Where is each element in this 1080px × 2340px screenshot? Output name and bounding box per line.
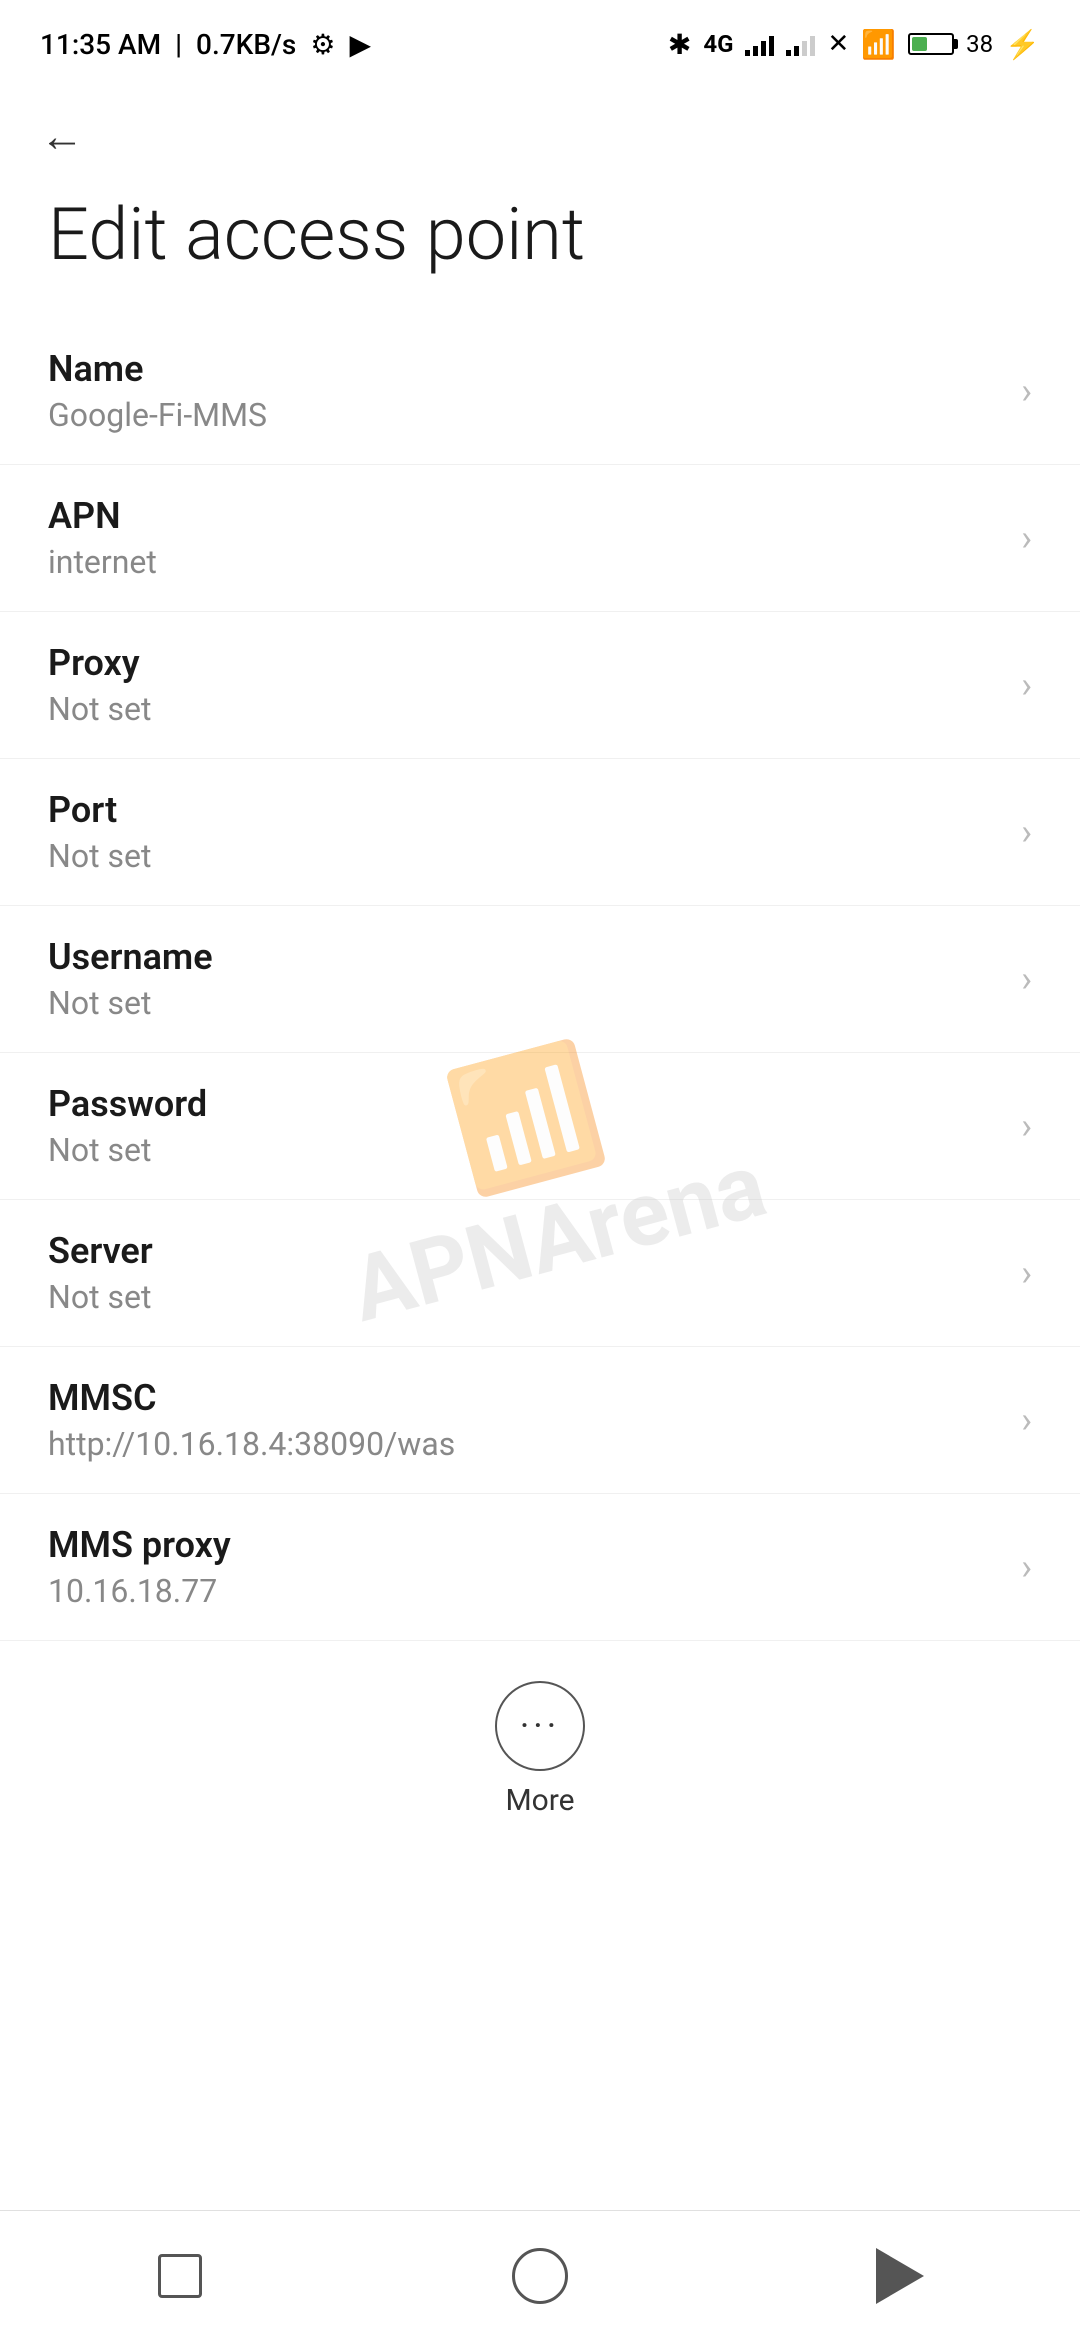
settings-list: Name Google-Fi-MMS › APN internet › Prox…	[0, 318, 1080, 1641]
settings-item-value: 10.16.18.77	[48, 1572, 1001, 1610]
settings-item-label: Name	[48, 348, 1001, 390]
speed-text: |	[175, 28, 182, 61]
settings-item-name[interactable]: Name Google-Fi-MMS ›	[0, 318, 1080, 465]
wifi-icon: 📶	[861, 28, 896, 61]
settings-item-content: APN internet	[48, 495, 1001, 581]
page-title-area: Edit access point	[0, 172, 1080, 318]
settings-item-value: Not set	[48, 690, 1001, 728]
chevron-right-icon: ›	[1021, 958, 1032, 1000]
settings-item-username[interactable]: Username Not set ›	[0, 906, 1080, 1053]
page-title: Edit access point	[48, 192, 1032, 278]
settings-item-label: Proxy	[48, 642, 1001, 684]
settings-item-content: Password Not set	[48, 1083, 1001, 1169]
square-icon	[158, 2254, 202, 2298]
chevron-right-icon: ›	[1021, 1105, 1032, 1147]
more-button-area[interactable]: ··· More	[0, 1641, 1080, 1848]
battery-icon	[908, 33, 954, 55]
settings-item-content: MMS proxy 10.16.18.77	[48, 1524, 1001, 1610]
settings-item-value: internet	[48, 543, 1001, 581]
settings-item-label: Server	[48, 1230, 1001, 1272]
time-text: 11:35 AM	[40, 28, 161, 61]
bottom-nav	[0, 2210, 1080, 2340]
settings-item-value: http://10.16.18.4:38090/was	[48, 1425, 1001, 1463]
chevron-right-icon: ›	[1021, 811, 1032, 853]
data-speed: 0.7KB/s	[196, 28, 296, 61]
more-label: More	[505, 1783, 574, 1818]
camera-icon: ▶	[349, 28, 371, 61]
content-area: Name Google-Fi-MMS › APN internet › Prox…	[0, 318, 1080, 2048]
back-nav-button[interactable]	[800, 2236, 1000, 2316]
top-nav: ←	[0, 80, 1080, 172]
settings-item-value: Not set	[48, 837, 1001, 875]
status-bar: 11:35 AM | 0.7KB/s ⚙ ▶ ✱ 4G ✕ 📶 38 ⚡	[0, 0, 1080, 80]
network-4g-icon: 4G	[703, 30, 733, 58]
settings-item-value: Not set	[48, 1131, 1001, 1169]
bolt-icon: ⚡	[1005, 28, 1040, 61]
back-button[interactable]: ←	[40, 110, 84, 162]
settings-item-content: MMSC http://10.16.18.4:38090/was	[48, 1377, 1001, 1463]
home-icon	[512, 2248, 568, 2304]
settings-item-label: MMS proxy	[48, 1524, 1001, 1566]
settings-item-port[interactable]: Port Not set ›	[0, 759, 1080, 906]
more-circle[interactable]: ···	[495, 1681, 585, 1771]
settings-item-content: Server Not set	[48, 1230, 1001, 1316]
settings-item-server[interactable]: Server Not set ›	[0, 1200, 1080, 1347]
battery-percent: 38	[966, 30, 993, 58]
settings-item-label: Password	[48, 1083, 1001, 1125]
status-right: ✱ 4G ✕ 📶 38 ⚡	[668, 28, 1040, 61]
chevron-right-icon: ›	[1021, 370, 1032, 412]
settings-icon: ⚙	[310, 28, 335, 61]
settings-item-password[interactable]: Password Not set ›	[0, 1053, 1080, 1200]
chevron-right-icon: ›	[1021, 517, 1032, 559]
settings-item-value: Not set	[48, 984, 1001, 1022]
chevron-right-icon: ›	[1021, 664, 1032, 706]
settings-item-label: APN	[48, 495, 1001, 537]
settings-item-content: Proxy Not set	[48, 642, 1001, 728]
settings-item-label: Port	[48, 789, 1001, 831]
settings-item-apn[interactable]: APN internet ›	[0, 465, 1080, 612]
recents-button[interactable]	[80, 2236, 280, 2316]
settings-item-proxy[interactable]: Proxy Not set ›	[0, 612, 1080, 759]
chevron-right-icon: ›	[1021, 1546, 1032, 1588]
more-dots-icon: ···	[520, 1705, 560, 1747]
home-button[interactable]	[440, 2236, 640, 2316]
settings-item-label: MMSC	[48, 1377, 1001, 1419]
settings-item-content: Name Google-Fi-MMS	[48, 348, 1001, 434]
settings-item-content: Port Not set	[48, 789, 1001, 875]
bluetooth-icon: ✱	[668, 28, 691, 61]
settings-item-label: Username	[48, 936, 1001, 978]
chevron-right-icon: ›	[1021, 1399, 1032, 1441]
settings-item-content: Username Not set	[48, 936, 1001, 1022]
signal-cross-icon: ✕	[827, 29, 849, 59]
signal-bars-2	[786, 32, 815, 56]
settings-item-mms-proxy[interactable]: MMS proxy 10.16.18.77 ›	[0, 1494, 1080, 1641]
status-left: 11:35 AM | 0.7KB/s ⚙ ▶	[40, 28, 371, 61]
settings-item-value: Not set	[48, 1278, 1001, 1316]
settings-item-mmsc[interactable]: MMSC http://10.16.18.4:38090/was ›	[0, 1347, 1080, 1494]
settings-item-value: Google-Fi-MMS	[48, 396, 1001, 434]
chevron-right-icon: ›	[1021, 1252, 1032, 1294]
back-triangle-icon	[876, 2248, 924, 2304]
signal-bars-1	[745, 32, 774, 56]
